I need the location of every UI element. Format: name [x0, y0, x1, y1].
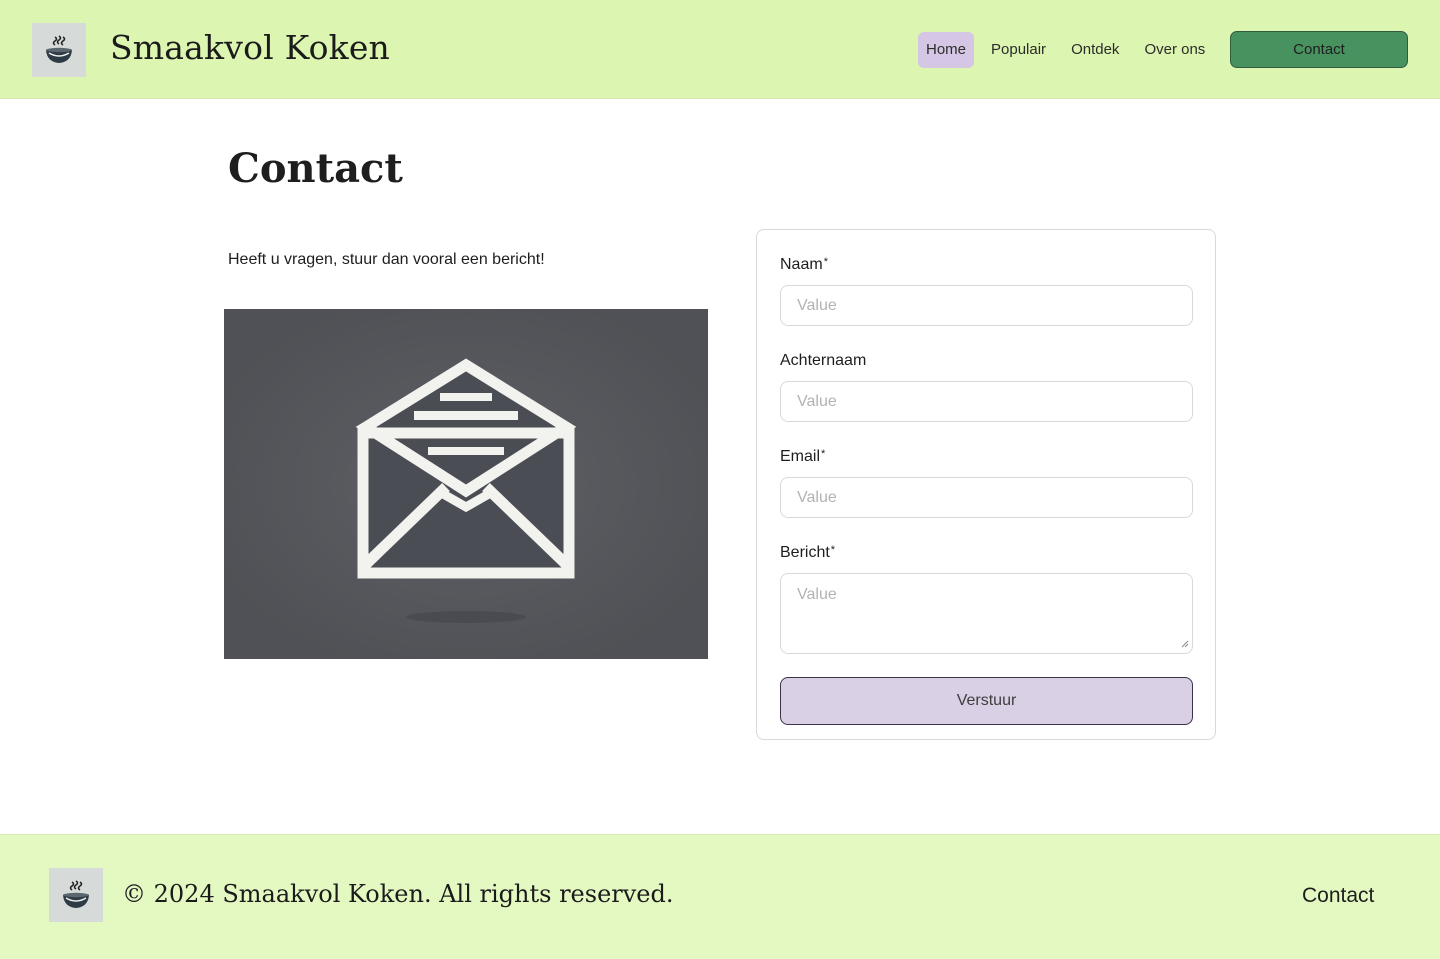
- envelope-image: [224, 309, 708, 659]
- site-logo[interactable]: [32, 23, 86, 77]
- nav-item-populair[interactable]: Populair: [983, 32, 1054, 68]
- contact-form: Naam* Achternaam Email* Bericht* Verstuu…: [756, 229, 1216, 740]
- page-title: Contact: [228, 145, 403, 192]
- nav-item-over-ons[interactable]: Over ons: [1136, 32, 1213, 68]
- footer-contact-link[interactable]: Contact: [1302, 884, 1374, 908]
- achternaam-label: Achternaam: [780, 352, 867, 369]
- site-footer: © 2024 Smaakvol Koken. All rights reserv…: [0, 834, 1440, 959]
- steaming-bowl-icon: [46, 35, 72, 63]
- email-label: Email*: [780, 448, 826, 465]
- footer-logo[interactable]: [49, 868, 103, 922]
- main-nav: Home Populair Ontdek Over ons: [918, 32, 1222, 68]
- site-title: Smaakvol Koken: [110, 28, 391, 67]
- naam-input[interactable]: [780, 285, 1193, 326]
- header-contact-button[interactable]: Contact: [1230, 31, 1408, 68]
- nav-item-home[interactable]: Home: [918, 32, 975, 68]
- naam-label: Naam*: [780, 256, 828, 273]
- resize-handle-icon[interactable]: [1181, 640, 1189, 648]
- steaming-bowl-icon: [63, 880, 89, 908]
- intro-text: Heeft u vragen, stuur dan vooral een ber…: [228, 251, 545, 268]
- required-marker: *: [830, 544, 836, 556]
- email-input[interactable]: [780, 477, 1193, 518]
- copyright-text: © 2024 Smaakvol Koken. All rights reserv…: [122, 880, 674, 908]
- site-header: Smaakvol Koken Home Populair Ontdek Over…: [0, 0, 1440, 99]
- achternaam-input[interactable]: [780, 381, 1193, 422]
- required-marker: *: [823, 256, 828, 268]
- required-marker: *: [821, 448, 826, 460]
- verstuur-button[interactable]: Verstuur: [780, 677, 1193, 725]
- bericht-label: Bericht*: [780, 544, 836, 561]
- nav-item-ontdek[interactable]: Ontdek: [1063, 32, 1127, 68]
- bericht-textarea[interactable]: [780, 573, 1193, 654]
- open-envelope-icon: [355, 358, 577, 623]
